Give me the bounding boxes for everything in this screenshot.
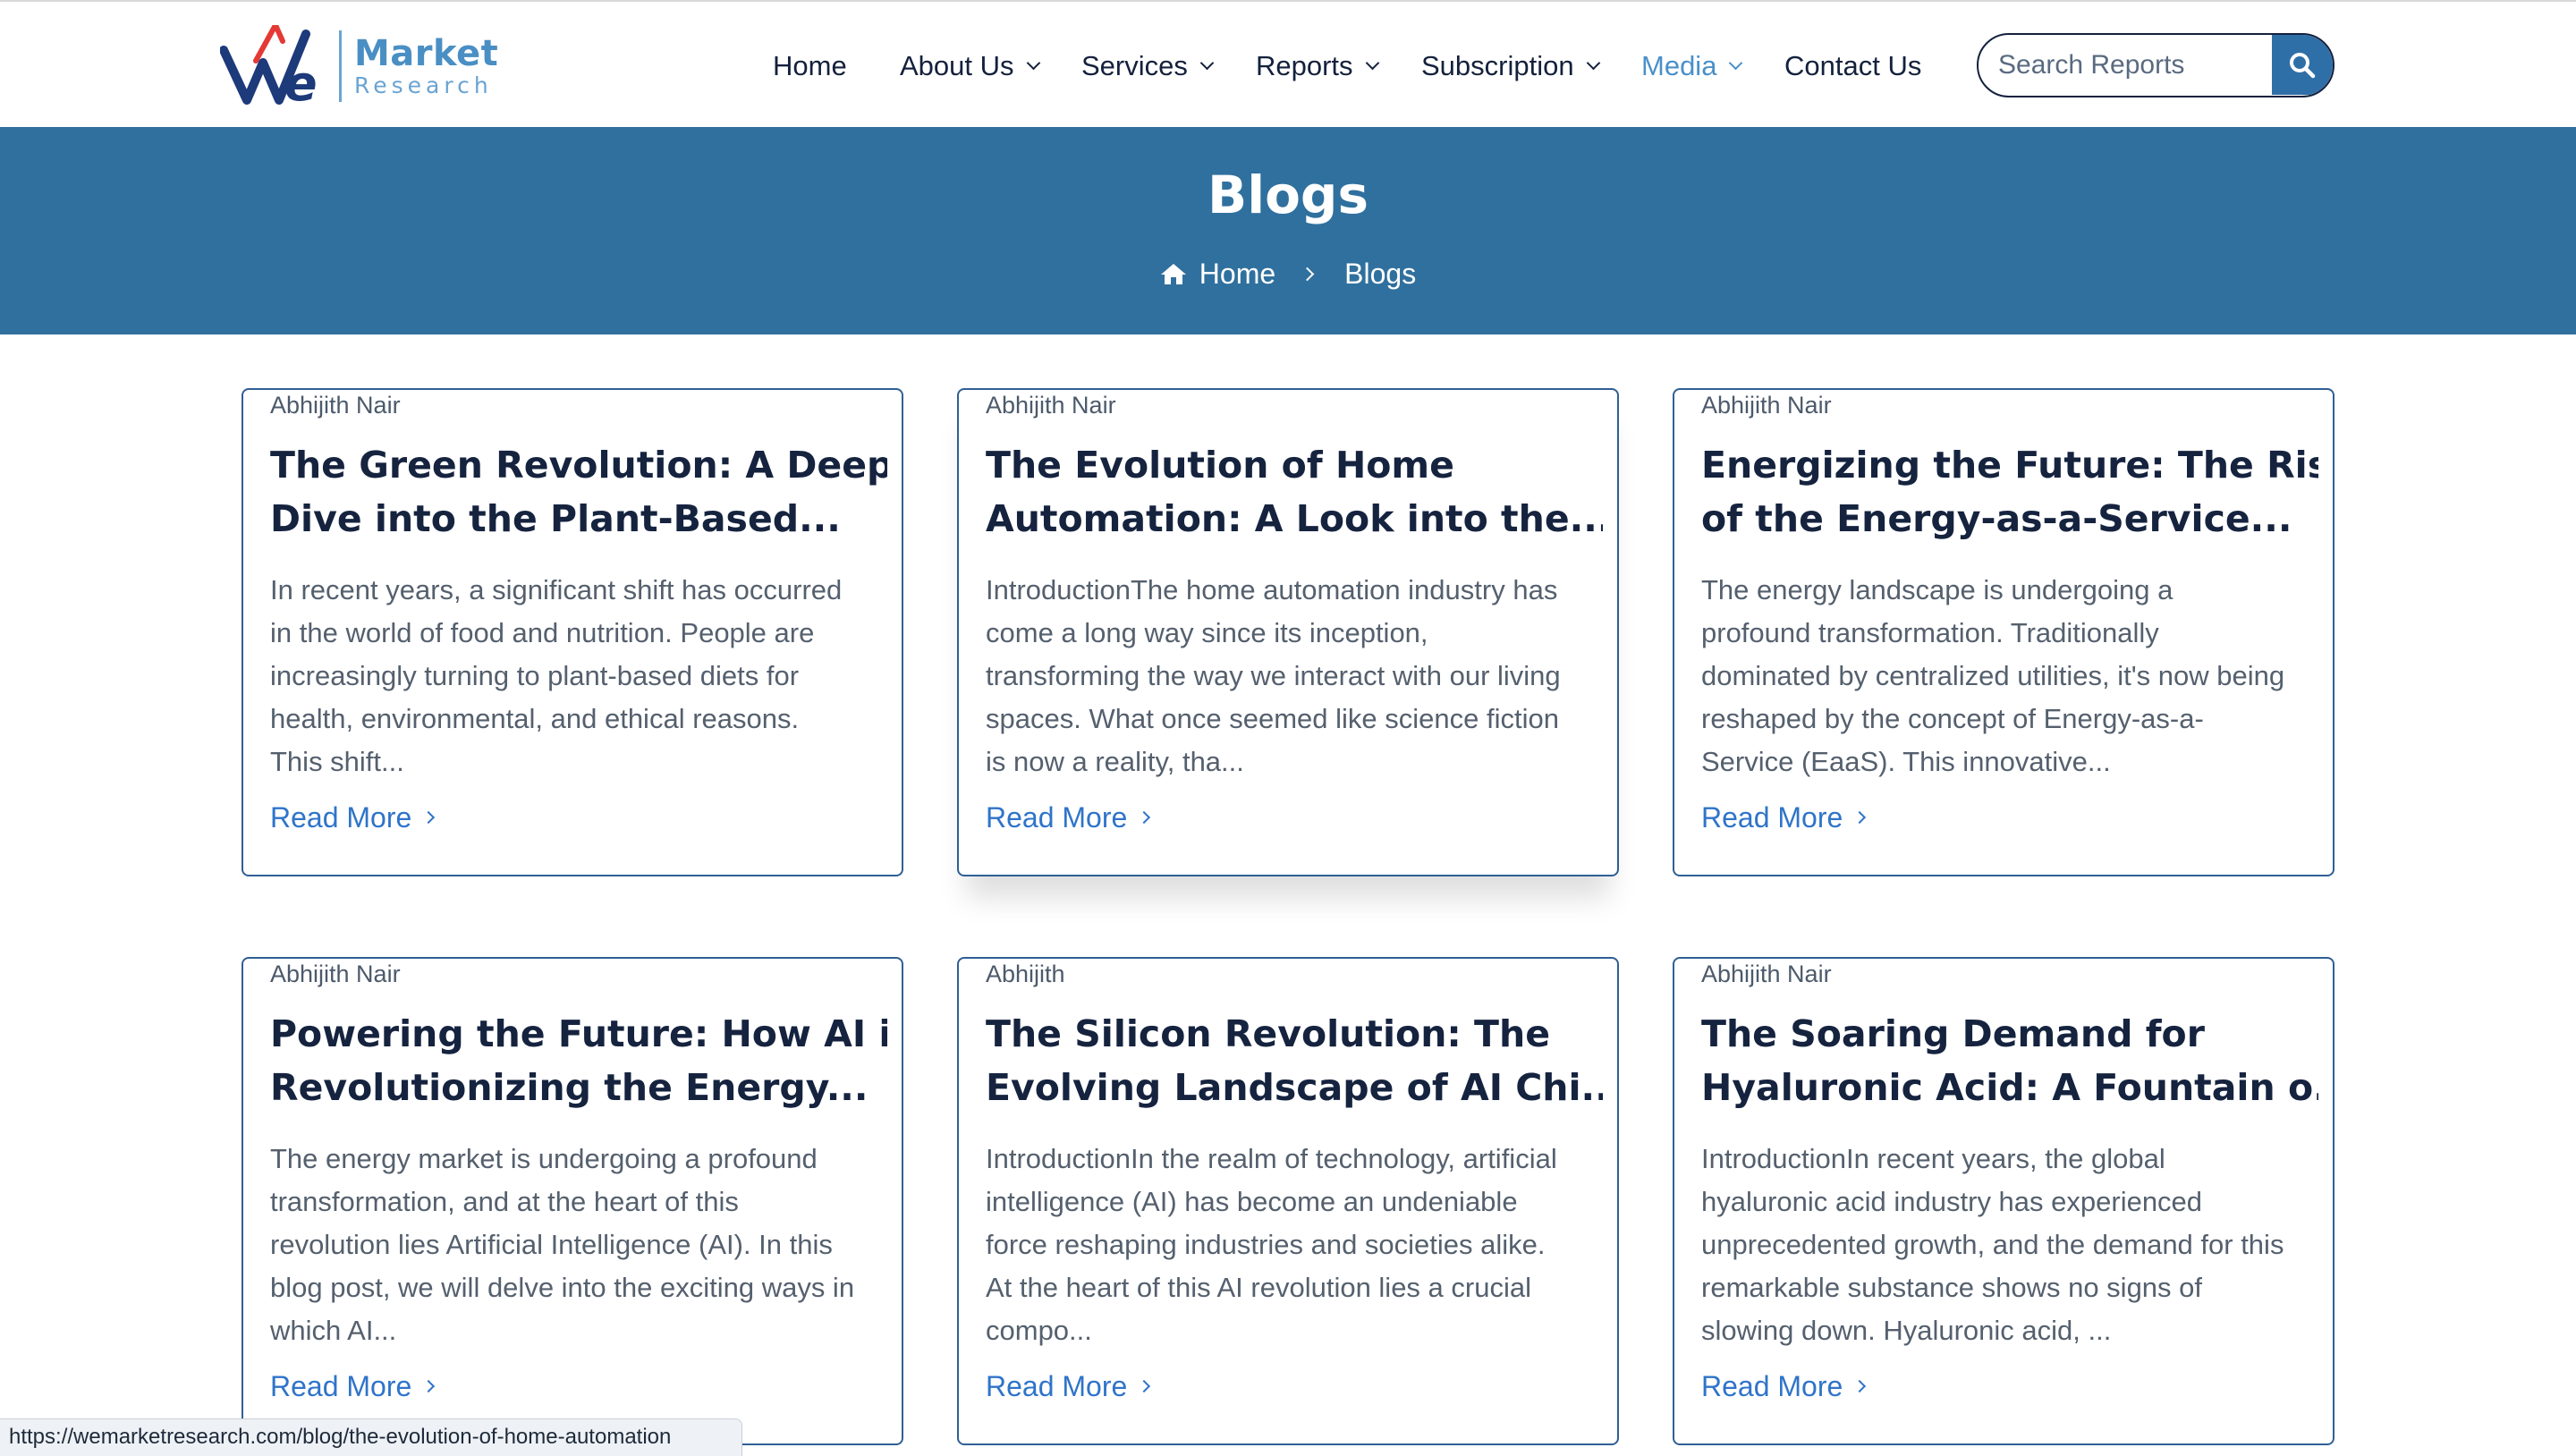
blog-card[interactable]: Abhijith Nair The Soaring Demand for Hya… (1673, 957, 2334, 1445)
blog-card[interactable]: Abhijith Nair The Evolution of Home Auto… (957, 388, 1619, 876)
card-excerpt-line: profound transformation. Traditionally (1701, 617, 2159, 648)
chevron-right-icon (1300, 267, 1315, 281)
read-more-link[interactable]: Read More (986, 798, 1151, 837)
page-banner: Blogs Home Blogs (0, 127, 2576, 334)
blog-card[interactable]: Abhijith The Silicon Revolution: The Evo… (957, 957, 1619, 1445)
chevron-down-icon (1199, 55, 1215, 70)
card-excerpt-clip: IntroductionThe home automation industry… (959, 390, 1617, 780)
card-excerpt-line: reshaped by the concept of Energy-as-a- (1701, 703, 2204, 734)
card-excerpt-line: is now a reality, tha... (986, 746, 1244, 777)
card-excerpt-line: remarkable substance shows no signs of (1701, 1272, 2203, 1303)
card-excerpt-line: Service (EaaS). This innovative... (1701, 746, 2111, 777)
card-excerpt-line: In recent years, a significant shift has… (270, 574, 843, 605)
card-excerpt: IntroductionIn recent years, the global … (1701, 1138, 2318, 1349)
card-excerpt-line: IntroductionIn the realm of technology, … (986, 1143, 1557, 1174)
browser-status-url: https://wemarketresearch.com/blog/the-ev… (0, 1418, 742, 1456)
breadcrumb-current: Blogs (1344, 257, 1417, 290)
blog-card[interactable]: Abhijith Nair The Green Revolution: A De… (242, 388, 903, 876)
read-more-label: Read More (270, 1370, 412, 1402)
card-excerpt-clip: IntroductionIn recent years, the global … (1674, 959, 2333, 1349)
chevron-right-icon (1853, 810, 1867, 825)
card-excerpt-line: spaces. What once seemed like science fi… (986, 703, 1559, 734)
chevron-down-icon (1365, 55, 1379, 70)
card-excerpt-clip: In recent years, a significant shift has… (243, 390, 902, 780)
card-excerpt-line: The energy market is undergoing a profou… (270, 1143, 818, 1174)
nav-media[interactable]: Media (1641, 47, 1743, 86)
card-excerpt-line: The energy landscape is undergoing a (1701, 574, 2174, 605)
card-excerpt-line: health, environmental, and ethical reaso… (270, 703, 800, 734)
card-excerpt-clip: IntroductionIn the realm of technology, … (959, 959, 1617, 1349)
card-excerpt-line: blog post, we will delve into the exciti… (270, 1272, 855, 1303)
blog-card[interactable]: Abhijith Nair Energizing the Future: The… (1673, 388, 2334, 876)
card-excerpt-line: This shift... (270, 746, 404, 777)
card-excerpt-line: At the heart of this AI revolution lies … (986, 1272, 1531, 1303)
nav-about-us-label: About Us (900, 50, 1014, 81)
card-excerpt: IntroductionThe home automation industry… (986, 569, 1603, 780)
card-excerpt-line: transforming the way we interact with ou… (986, 660, 1561, 691)
search-button[interactable] (2272, 35, 2333, 95)
nav-reports[interactable]: Reports (1256, 47, 1379, 86)
nav-contact-us[interactable]: Contact Us (1784, 47, 1921, 86)
nav-media-label: Media (1641, 50, 1717, 81)
search-input[interactable] (1979, 35, 2274, 95)
site-header: e Market Research Home About Us Services… (0, 2, 2576, 127)
card-excerpt: IntroductionIn the realm of technology, … (986, 1138, 1603, 1349)
nav-services[interactable]: Services (1081, 47, 1215, 86)
card-excerpt-line: revolution lies Artificial Intelligence … (270, 1229, 833, 1260)
card-excerpt: In recent years, a significant shift has… (270, 569, 887, 780)
read-more-link[interactable]: Read More (270, 1367, 436, 1406)
card-excerpt-line: IntroductionIn recent years, the global (1701, 1143, 2165, 1174)
chevron-right-icon (1853, 1379, 1867, 1393)
read-more-link[interactable]: Read More (270, 798, 436, 837)
blog-card[interactable]: Abhijith Nair Powering the Future: How A… (242, 957, 903, 1445)
chevron-right-icon (422, 1379, 436, 1393)
read-more-label: Read More (270, 801, 412, 834)
card-excerpt-line: intelligence (AI) has become an undeniab… (986, 1186, 1518, 1217)
card-excerpt-line: slowing down. Hyaluronic acid, ... (1701, 1315, 2112, 1346)
nav-about-us[interactable]: About Us (900, 47, 1040, 86)
read-more-label: Read More (1701, 1370, 1843, 1402)
card-excerpt-line: hyaluronic acid industry has experienced (1701, 1186, 2203, 1217)
card-excerpt-line: unprecedented growth, and the demand for… (1701, 1229, 2284, 1260)
card-excerpt-line: transformation, and at the heart of this (270, 1186, 739, 1217)
card-excerpt-line: which AI... (270, 1315, 397, 1346)
read-more-label: Read More (1701, 801, 1843, 834)
card-excerpt-clip: The energy market is undergoing a profou… (243, 959, 902, 1349)
card-excerpt-clip: The energy landscape is undergoing a pro… (1674, 390, 2333, 780)
breadcrumb: Home Blogs (0, 254, 2576, 293)
nav-home[interactable]: Home (773, 47, 847, 86)
card-excerpt-line: in the world of food and nutrition. Peop… (270, 617, 815, 648)
nav-home-label: Home (773, 50, 847, 81)
read-more-label: Read More (986, 801, 1128, 834)
card-excerpt-line: IntroductionThe home automation industry… (986, 574, 1558, 605)
nav-services-label: Services (1081, 50, 1188, 81)
home-icon (1160, 262, 1187, 285)
card-excerpt-line: force reshaping industries and societies… (986, 1229, 1546, 1260)
read-more-link[interactable]: Read More (1701, 1367, 1867, 1406)
chevron-down-icon (1026, 55, 1040, 70)
chevron-down-icon (1729, 55, 1743, 70)
page-title: Blogs (1208, 165, 1368, 225)
search-icon (2290, 52, 2316, 78)
nav-subscription[interactable]: Subscription (1421, 47, 1600, 86)
nav-subscription-label: Subscription (1421, 50, 1574, 81)
card-excerpt-line: increasingly turning to plant-based diet… (270, 660, 800, 691)
nav-reports-label: Reports (1256, 50, 1353, 81)
card-excerpt-line: compo... (986, 1315, 1092, 1346)
nav-contact-us-label: Contact Us (1784, 50, 1922, 81)
chevron-right-icon (422, 810, 436, 825)
read-more-label: Read More (986, 1370, 1128, 1402)
card-excerpt: The energy market is undergoing a profou… (270, 1138, 887, 1349)
chevron-right-icon (1138, 1379, 1151, 1393)
card-excerpt: The energy landscape is undergoing a pro… (1701, 569, 2318, 780)
card-excerpt-line: dominated by centralized utilities, it's… (1701, 660, 2285, 691)
search-box (1977, 33, 2334, 97)
card-excerpt-line: come a long way since its inception, (986, 617, 1428, 648)
read-more-link[interactable]: Read More (1701, 798, 1867, 837)
chevron-right-icon (1138, 810, 1151, 825)
breadcrumb-home-link[interactable]: Home (1199, 258, 1275, 291)
read-more-link[interactable]: Read More (986, 1367, 1151, 1406)
chevron-down-icon (1586, 55, 1600, 70)
